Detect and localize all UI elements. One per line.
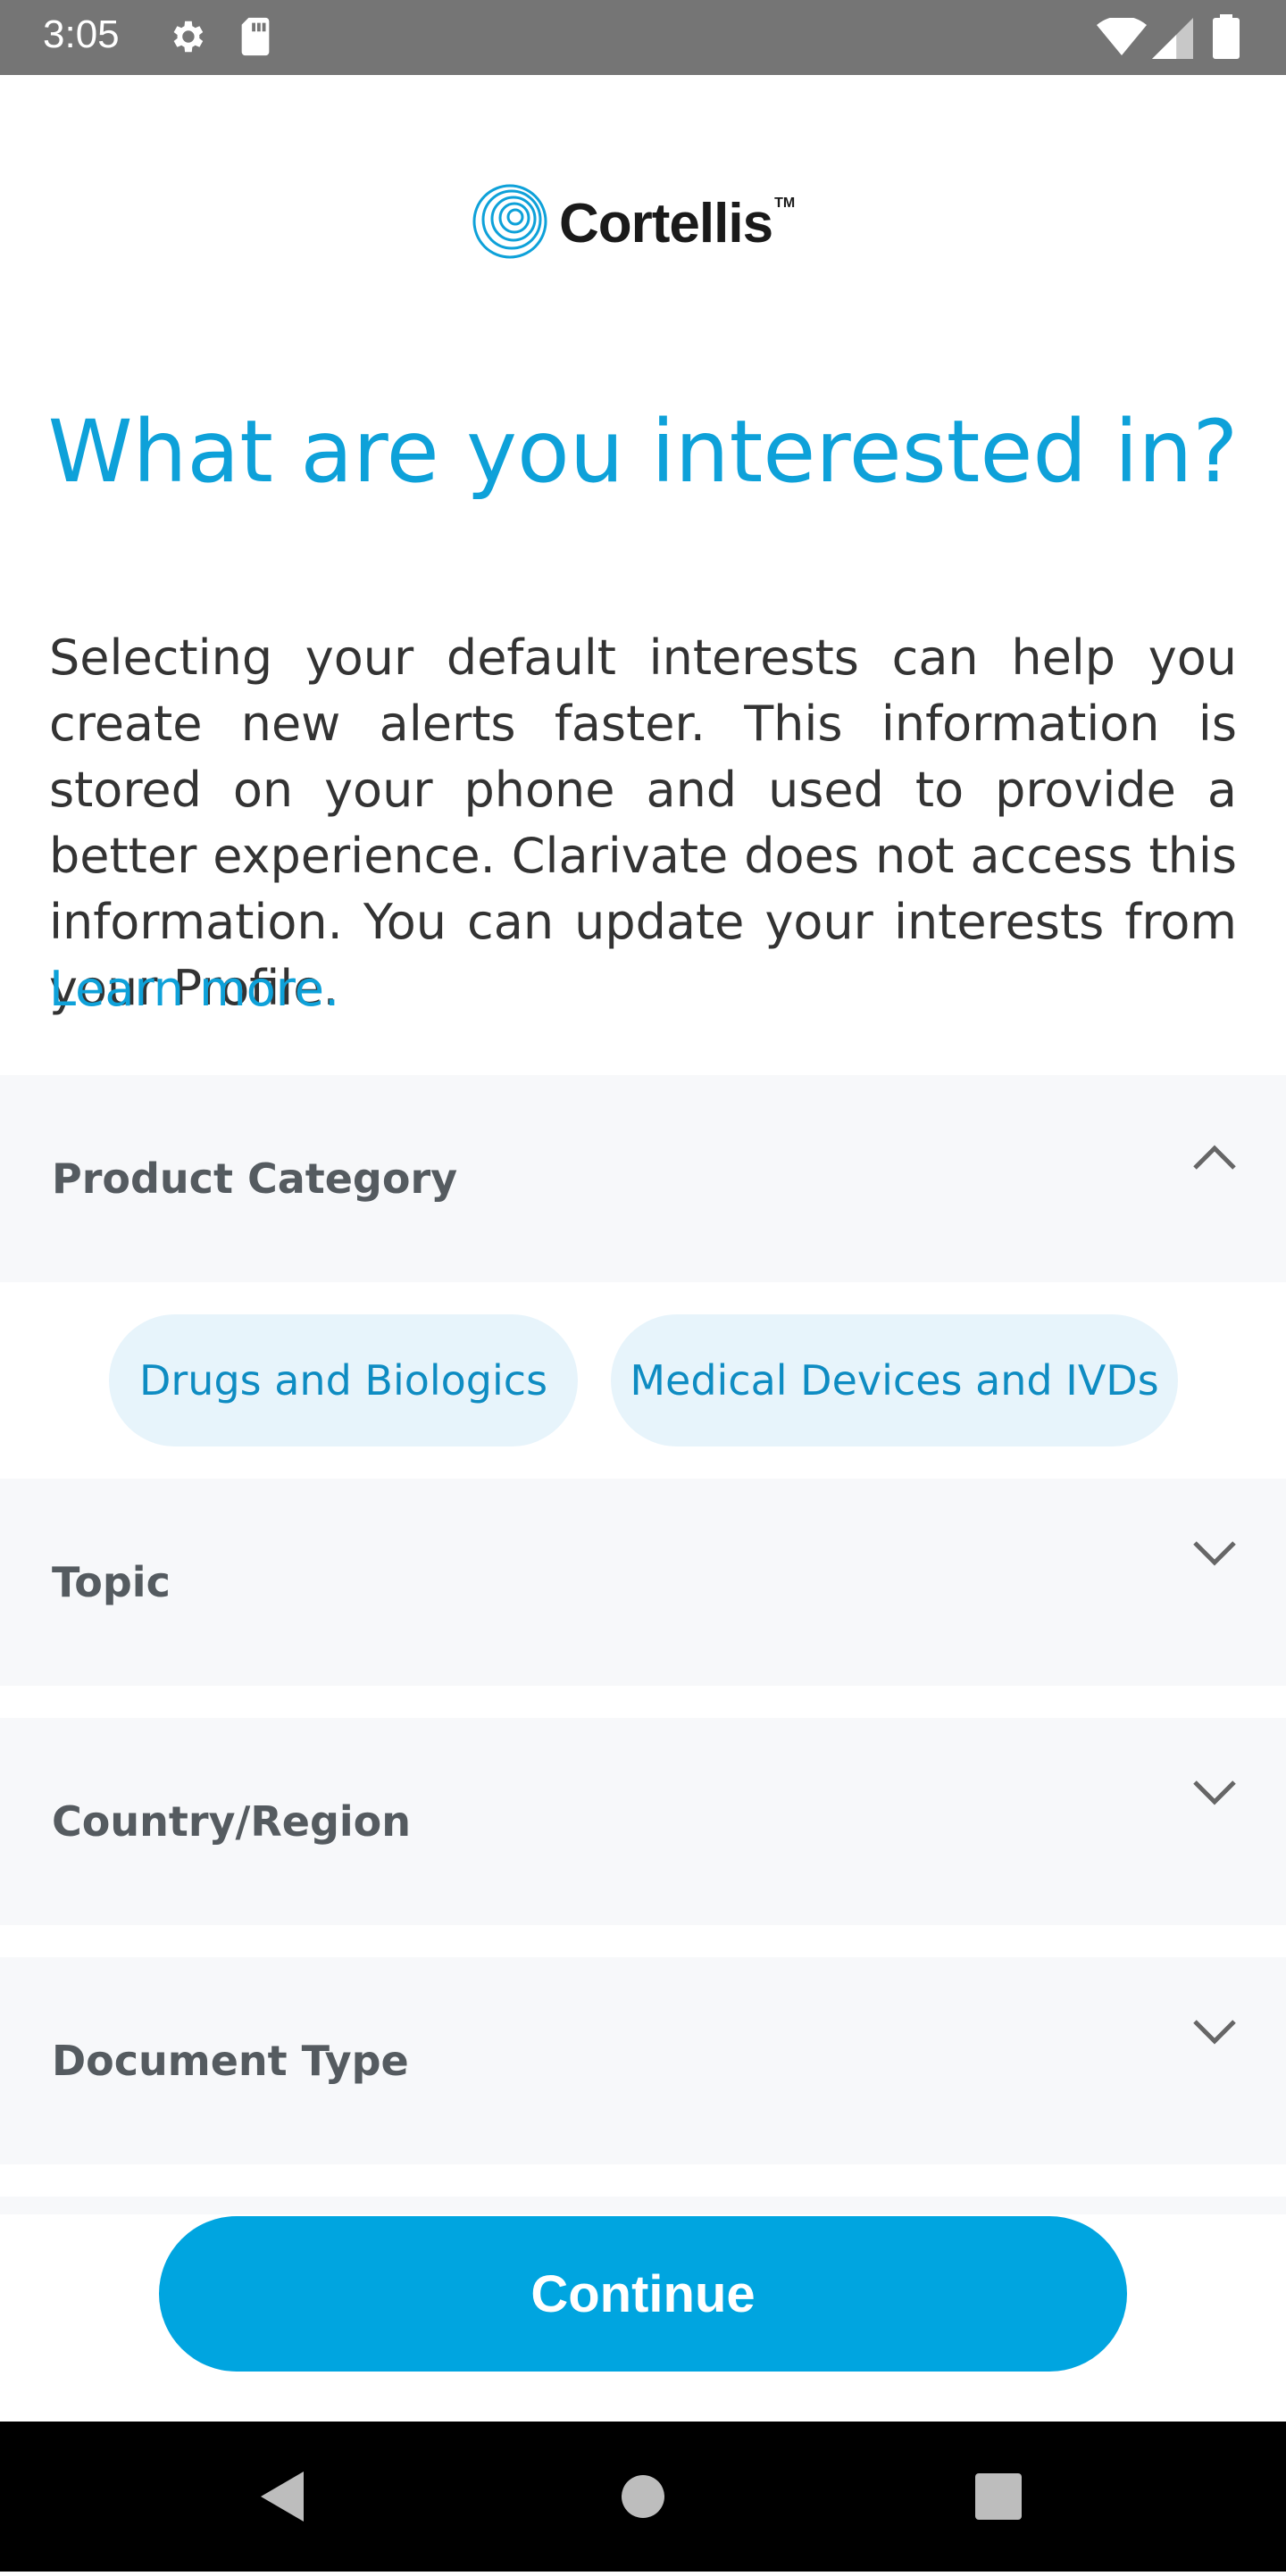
cortellis-logo: Cortellis TM (472, 184, 829, 263)
signal-icon (1152, 18, 1193, 63)
status-time: 3:05 (43, 13, 120, 56)
home-button[interactable] (554, 2422, 732, 2572)
battery-icon (1213, 14, 1240, 63)
learn-more-link[interactable]: Learn more. (49, 961, 339, 1017)
settings-icon (166, 16, 207, 62)
navigation-bar (0, 2422, 1286, 2572)
sd-card-icon (238, 16, 273, 62)
chip-drugs-and-biologics[interactable]: Drugs and Biologics (109, 1314, 578, 1446)
section-topic[interactable]: Topic (0, 1479, 1286, 1686)
product-category-options: Drugs and Biologics Medical Devices and … (0, 1282, 1286, 1479)
section-label: Country/Region (52, 1797, 411, 1846)
recents-button[interactable] (909, 2422, 1088, 2572)
chevron-down-icon (1190, 2005, 1240, 2055)
back-button[interactable] (195, 2422, 373, 2572)
section-label: Product Category (52, 1155, 458, 1203)
section-country-region[interactable]: Country/Region (0, 1718, 1286, 1925)
chevron-down-icon (1190, 1766, 1240, 1816)
wifi-icon (1097, 15, 1147, 62)
page-title: What are you interested in? (47, 402, 1239, 502)
chevron-up-icon (1190, 1134, 1240, 1184)
chevron-down-icon (1190, 1527, 1240, 1577)
brand-name: Cortellis (559, 192, 773, 254)
status-bar: 3:05 (0, 0, 1286, 75)
section-label: Topic (52, 1558, 171, 1606)
fingerprint-icon (472, 183, 548, 264)
section-label: Document Type (52, 2037, 409, 2085)
continue-button[interactable]: Continue (159, 2216, 1127, 2372)
section-document-type[interactable]: Document Type (0, 1957, 1286, 2164)
section-product-category[interactable]: Product Category (0, 1075, 1286, 1282)
trademark: TM (774, 196, 796, 211)
chip-medical-devices[interactable]: Medical Devices and IVDs (611, 1314, 1178, 1446)
